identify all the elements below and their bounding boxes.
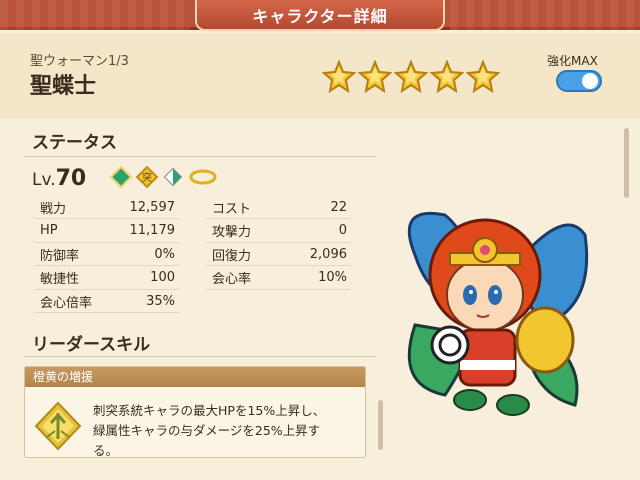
leader-skill-name: 橙黄の増援 <box>25 367 365 387</box>
skill-line-2: 緑属性キャラの与ダメージを25%上昇す <box>93 423 321 438</box>
green-diamond-icon <box>110 166 132 188</box>
stat-value: 2,096 <box>309 246 347 262</box>
rarity-star-icon <box>430 60 464 94</box>
stat-row: 回復力 2,096 <box>212 243 347 265</box>
stat-label: 戦力 <box>40 201 67 217</box>
page-title: キャラクター詳細 <box>252 6 388 26</box>
stat-row: 会心率 10% <box>212 267 347 289</box>
character-series: 聖ウォーマン1/3 <box>30 54 129 69</box>
status-heading: ステータス <box>32 133 117 153</box>
rarity-star-icon <box>466 60 500 94</box>
stat-label: 敏捷性 <box>40 272 80 287</box>
gold-ring-icon <box>189 169 217 185</box>
status-divider <box>24 156 376 157</box>
stat-value: 22 <box>330 199 347 215</box>
stat-label: 回復力 <box>212 248 252 264</box>
skill-line-1: 刺突系統キャラの最大HPを15%上昇し、 <box>93 403 326 418</box>
stat-row: 会心倍率 35% <box>40 290 175 312</box>
yellow-sword-icon: 突 <box>136 166 158 188</box>
stat-label: 攻撃力 <box>212 225 252 240</box>
white-green-diamond-icon <box>163 167 183 187</box>
leader-skill-heading: リーダースキル <box>32 335 151 355</box>
rarity-star-icon <box>322 60 356 94</box>
stat-row: 防御率 0% <box>40 243 175 265</box>
stat-value: 100 <box>150 270 175 285</box>
stat-label: コスト <box>212 201 252 217</box>
stat-row: 戦力 12,597 <box>40 196 175 218</box>
level-display: Lv.70 <box>32 166 86 191</box>
enhance-max-toggle[interactable] <box>556 70 602 92</box>
stat-row-divider <box>34 312 179 313</box>
page-scrollbar[interactable] <box>624 128 629 198</box>
attribute-badges: 突 <box>110 166 218 188</box>
stat-value: 0 <box>338 223 347 238</box>
stat-value: 12,597 <box>129 199 176 215</box>
title-plate: キャラクター詳細 <box>195 0 445 31</box>
level-value: 70 <box>55 166 87 191</box>
toggle-knob <box>582 73 598 89</box>
piercing-type-icon <box>34 401 82 451</box>
rarity-star-icon <box>358 60 392 94</box>
leader-skill-description: 刺突系統キャラの最大HPを15%上昇し、 緑属性キャラの与ダメージを25%上昇す… <box>93 401 361 461</box>
leader-divider <box>24 356 376 357</box>
stat-value: 0% <box>154 246 175 262</box>
stat-label: 会心倍率 <box>40 295 93 311</box>
svg-text:突: 突 <box>142 171 152 184</box>
stat-label: 会心率 <box>212 272 252 287</box>
stat-value: 11,179 <box>129 223 176 238</box>
rarity-stars <box>322 60 500 94</box>
stat-row: 敏捷性 100 <box>40 267 175 289</box>
stat-value: 35% <box>146 293 175 309</box>
stat-row: 攻撃力 0 <box>212 220 347 242</box>
stat-label: 防御率 <box>40 248 80 264</box>
leader-skill-box: 橙黄の増援 刺突系統キャラの最大HPを15%上昇し、 緑属性キャラの与ダメージを… <box>24 366 366 458</box>
character-portrait <box>407 211 589 416</box>
stat-value: 10% <box>318 270 347 285</box>
panel-scrollbar[interactable] <box>378 400 383 450</box>
skill-line-3: る。 <box>93 443 119 458</box>
enhance-max-label: 強化MAX <box>547 54 598 68</box>
stat-row: コスト 22 <box>212 196 347 218</box>
stat-row: HP 11,179 <box>40 220 175 242</box>
level-prefix: Lv. <box>32 170 56 190</box>
stat-label: HP <box>40 223 58 238</box>
stat-row-divider <box>206 288 351 290</box>
character-name: 聖蝶士 <box>30 74 97 99</box>
rarity-star-icon <box>394 60 428 94</box>
